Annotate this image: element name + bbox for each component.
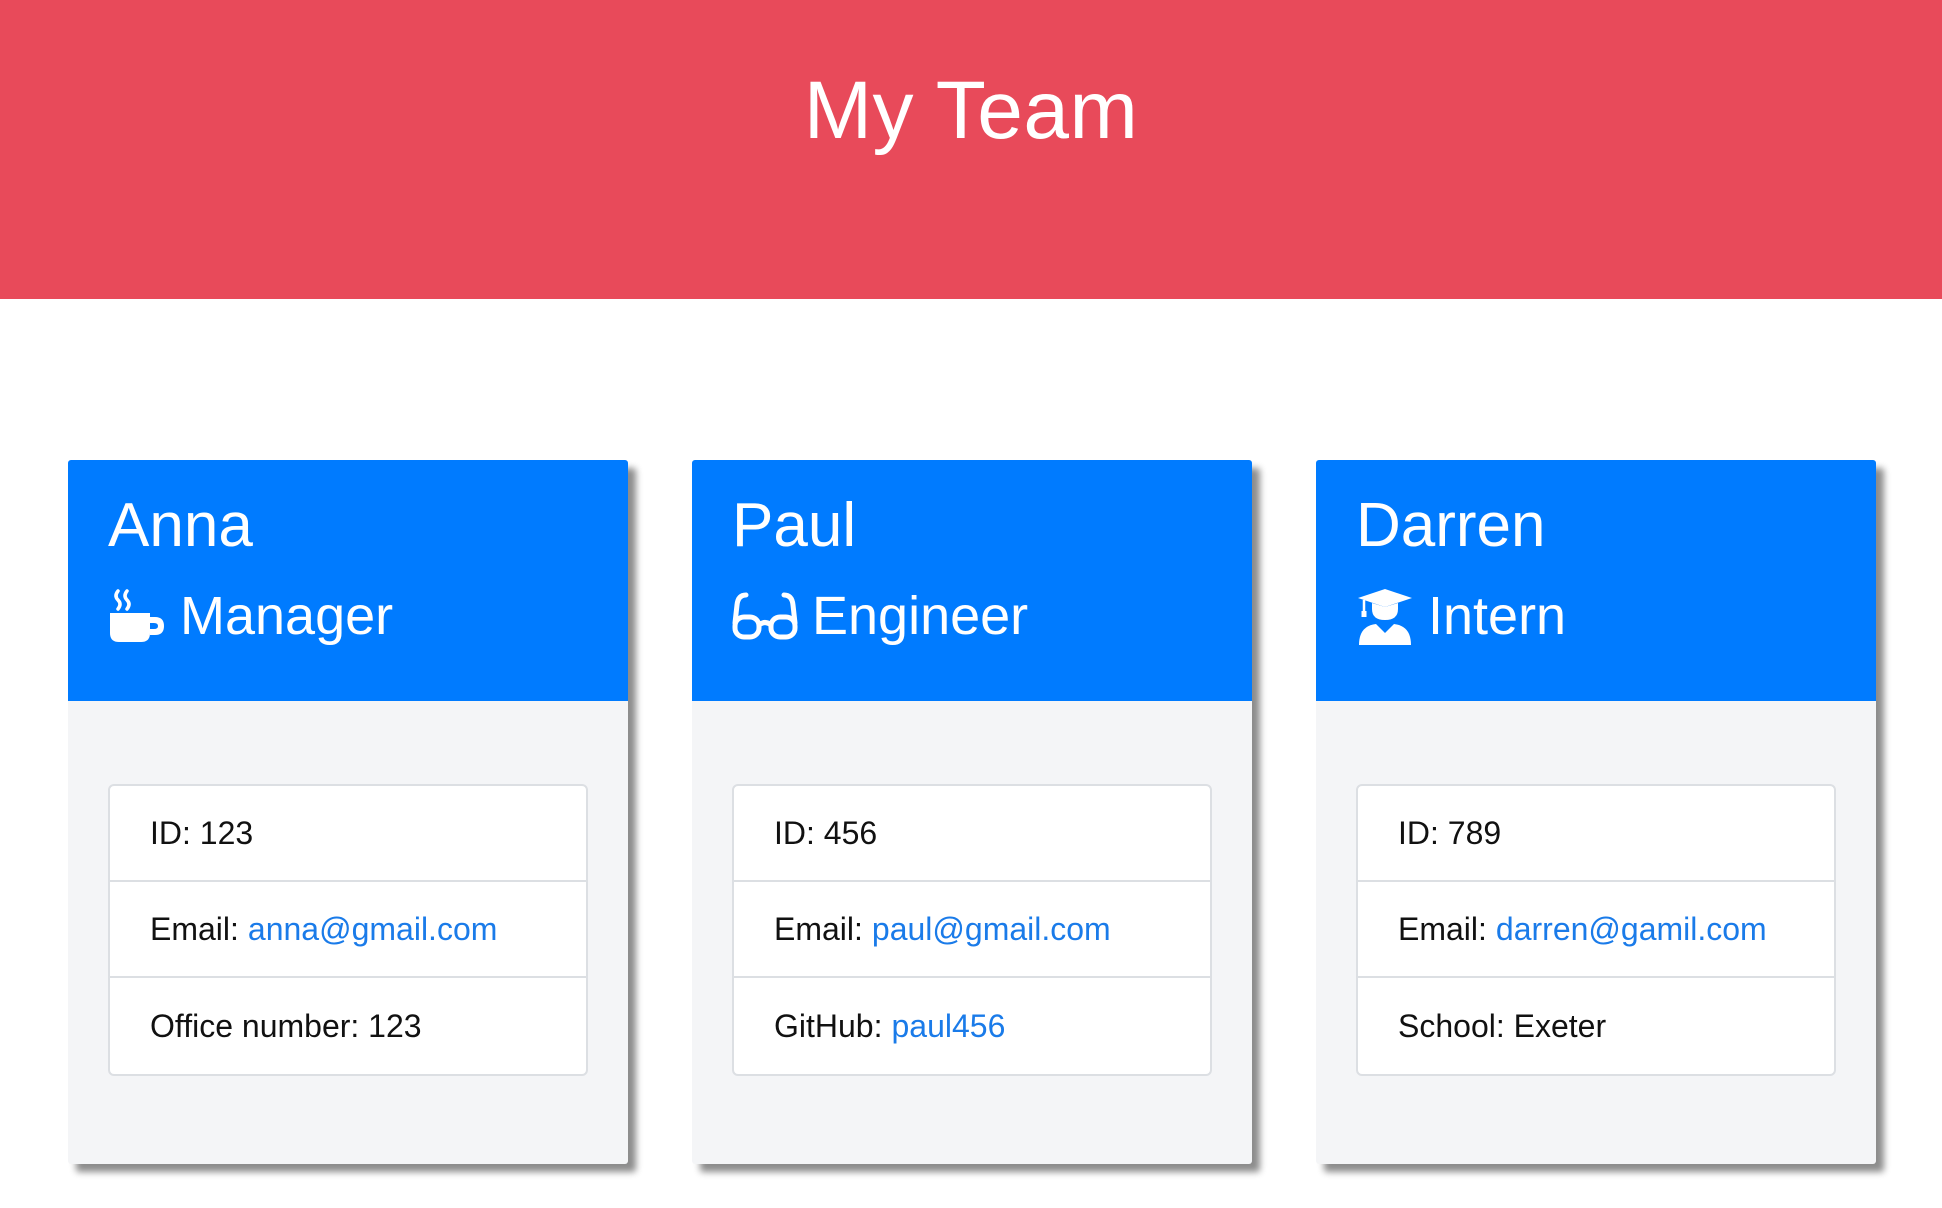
employee-details-list: ID: 789 Email: darren@gamil.com School: … bbox=[1356, 784, 1836, 1076]
employee-card-darren: Darren Intern ID: 789 Email: darren@gami… bbox=[1316, 460, 1876, 1164]
employee-school: School: Exeter bbox=[1358, 978, 1834, 1074]
page-title: My Team bbox=[803, 65, 1139, 156]
employee-github: GitHub: paul456 bbox=[734, 978, 1210, 1074]
github-label: GitHub: bbox=[774, 1007, 883, 1044]
email-label: Email: bbox=[150, 910, 239, 947]
employee-id-text: ID: 123 bbox=[150, 814, 254, 851]
page-header: My Team bbox=[0, 0, 1942, 299]
employee-id: ID: 456 bbox=[734, 786, 1210, 882]
github-link[interactable]: paul456 bbox=[891, 1008, 1005, 1045]
glasses-icon bbox=[732, 587, 798, 645]
employee-card-paul: Paul Engineer ID: 456 Email: paul@gmail.… bbox=[692, 460, 1252, 1164]
employee-id-text: ID: 456 bbox=[774, 814, 878, 851]
coffee-mug-icon bbox=[108, 587, 166, 645]
employee-role-label: Manager bbox=[180, 586, 394, 646]
employee-role: Manager bbox=[108, 584, 393, 648]
email-link[interactable]: anna@gmail.com bbox=[248, 911, 497, 948]
office-number-text: Office number: 123 bbox=[150, 1007, 422, 1044]
email-link[interactable]: darren@gamil.com bbox=[1496, 911, 1767, 948]
employee-role-label: Engineer bbox=[812, 586, 1029, 646]
employee-id: ID: 789 bbox=[1358, 786, 1834, 882]
employee-email: Email: anna@gmail.com bbox=[110, 882, 586, 978]
employee-email: Email: paul@gmail.com bbox=[734, 882, 1210, 978]
employee-name: Darren bbox=[1356, 491, 1546, 560]
email-label: Email: bbox=[1398, 910, 1487, 947]
employee-id-text: ID: 789 bbox=[1398, 814, 1502, 851]
card-header: Anna Manager bbox=[68, 460, 628, 701]
employee-office-number: Office number: 123 bbox=[110, 978, 586, 1074]
graduate-icon bbox=[1356, 587, 1414, 645]
employee-name: Paul bbox=[732, 491, 857, 560]
employee-details-list: ID: 123 Email: anna@gmail.com Office num… bbox=[108, 784, 588, 1076]
card-header: Paul Engineer bbox=[692, 460, 1252, 701]
email-link[interactable]: paul@gmail.com bbox=[872, 911, 1111, 948]
employee-role-label: Intern bbox=[1428, 586, 1567, 646]
employee-details-list: ID: 456 Email: paul@gmail.com GitHub: pa… bbox=[732, 784, 1212, 1076]
email-label: Email: bbox=[774, 910, 863, 947]
employee-email: Email: darren@gamil.com bbox=[1358, 882, 1834, 978]
employee-card-anna: Anna Manager ID: 123 Email: anna@gmail.c… bbox=[68, 460, 628, 1164]
employee-role: Engineer bbox=[732, 584, 1028, 648]
employee-name: Anna bbox=[108, 491, 253, 560]
school-text: School: Exeter bbox=[1398, 1007, 1607, 1044]
employee-id: ID: 123 bbox=[110, 786, 586, 882]
card-header: Darren Intern bbox=[1316, 460, 1876, 701]
employee-role: Intern bbox=[1356, 584, 1566, 648]
